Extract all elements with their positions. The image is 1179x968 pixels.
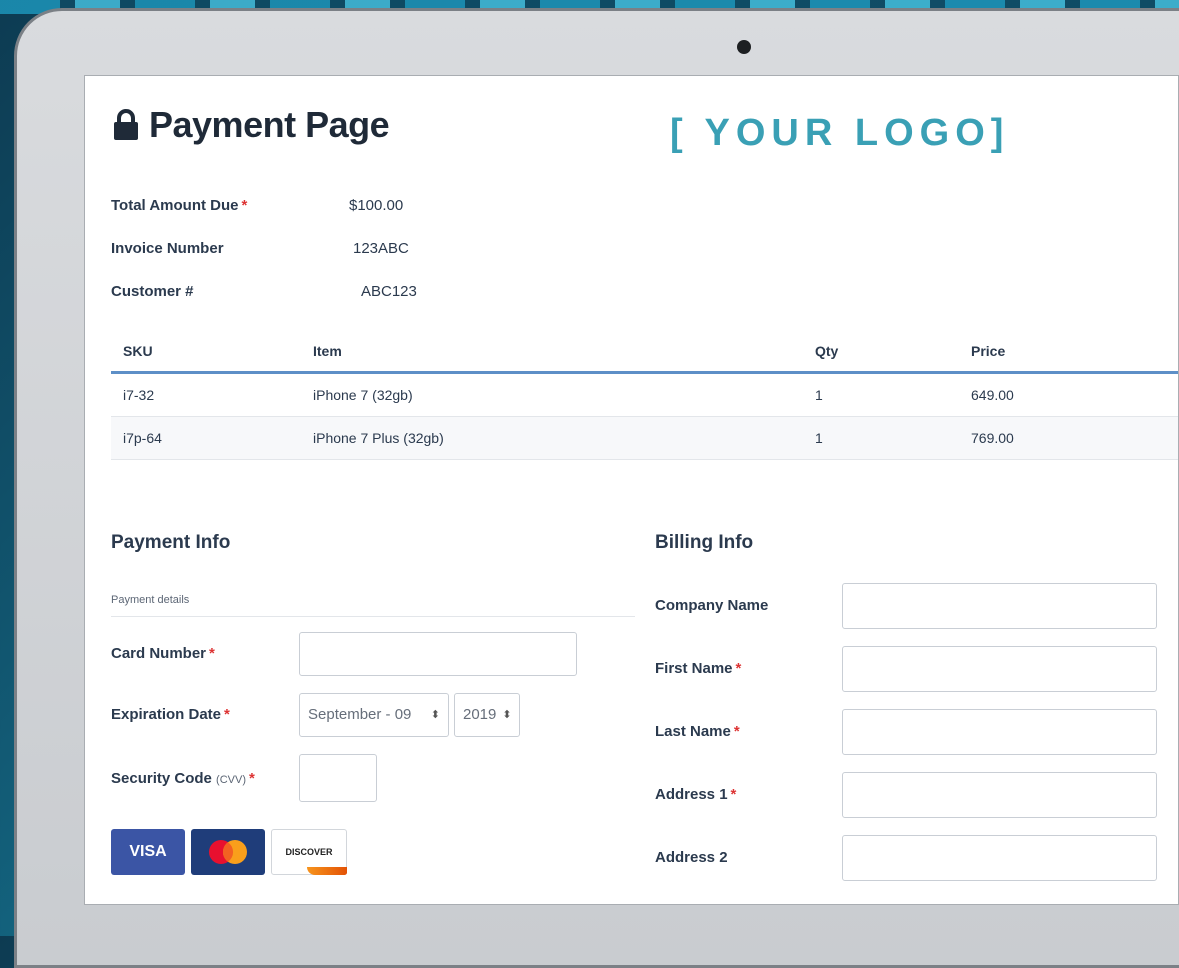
cell-sku: i7-32	[123, 387, 155, 403]
camera-icon	[737, 40, 751, 54]
discover-card-label: DISCOVER	[285, 847, 333, 857]
company-name-input[interactable]	[842, 582, 1157, 629]
required-marker: *	[224, 706, 230, 723]
column-header-item: Item	[313, 343, 342, 359]
required-marker: *	[730, 786, 737, 803]
billing-info-title: Billing Info	[655, 532, 754, 553]
address-2-row: Address 2	[655, 826, 1175, 889]
column-header-qty: Qty	[815, 343, 839, 359]
expiration-year-select[interactable]: 2019 ⬍	[454, 692, 520, 737]
security-code-row: Security Code (CVV) *	[111, 745, 635, 811]
column-header-price: Price	[971, 343, 1006, 359]
page-header: Payment Page	[113, 104, 390, 146]
card-number-input[interactable]	[299, 631, 577, 676]
security-code-label: Security Code (CVV) *	[111, 769, 255, 787]
page-title: Payment Page	[149, 104, 390, 145]
summary-row-customer: Customer # ABC123	[111, 270, 417, 313]
items-table: SKU Item Qty Price i7-32 iPhone 7 (32gb)…	[111, 331, 1178, 460]
address-2-label: Address 2	[655, 849, 728, 866]
customer-number-value: ABC123	[361, 283, 417, 300]
accepted-cards: VISA DISCOVER	[111, 829, 635, 875]
select-arrows-icon: ⬍	[502, 709, 512, 721]
card-number-row: Card Number *	[111, 623, 635, 684]
customer-number-label: Customer #	[111, 283, 194, 300]
first-name-row: First Name *	[655, 637, 1175, 700]
expiration-date-row: Expiration Date * September - 09 ⬍ 2019 ⬍	[111, 684, 635, 745]
billing-info-section: Billing Info Company Name First Name * La…	[655, 532, 1175, 889]
total-amount-value: $100.00	[349, 197, 404, 214]
address-1-row: Address 1 *	[655, 763, 1175, 826]
card-number-label: Card Number *	[111, 645, 215, 662]
discover-card-icon: DISCOVER	[271, 829, 347, 875]
mastercard-circles-icon	[209, 840, 247, 864]
invoice-number-label: Invoice Number	[111, 240, 224, 257]
summary-row-total: Total Amount Due * $100.00	[111, 184, 417, 227]
invoice-summary: Total Amount Due * $100.00 Invoice Number…	[111, 184, 417, 313]
security-code-hint: (CVV)	[216, 773, 246, 786]
first-name-label: First Name *	[655, 660, 742, 677]
cell-price: 769.00	[971, 430, 1014, 446]
cell-price: 649.00	[971, 387, 1014, 403]
payment-details-label: Payment details	[111, 594, 635, 617]
select-arrows-icon: ⬍	[430, 709, 440, 721]
table-row: i7-32 iPhone 7 (32gb) 1 649.00	[111, 374, 1178, 417]
cell-qty: 1	[815, 387, 823, 403]
expiration-year-value: 2019	[463, 706, 497, 723]
laptop-screen: Payment Page [ YOUR LOGO] Total Amount D…	[84, 75, 1179, 905]
mastercard-icon	[191, 829, 265, 875]
address-2-input[interactable]	[842, 834, 1157, 881]
last-name-label: Last Name *	[655, 723, 740, 740]
last-name-row: Last Name *	[655, 700, 1175, 763]
discover-swoosh	[307, 867, 347, 875]
expiration-month-select[interactable]: September - 09 ⬍	[299, 692, 449, 737]
expiration-date-label: Expiration Date *	[111, 706, 230, 723]
required-marker: *	[735, 660, 742, 677]
address-1-label: Address 1 *	[655, 786, 737, 803]
cell-item: iPhone 7 (32gb)	[313, 387, 413, 403]
items-table-header: SKU Item Qty Price	[111, 331, 1178, 374]
visa-card-icon: VISA	[111, 829, 185, 875]
last-name-input[interactable]	[842, 708, 1157, 755]
required-marker: *	[241, 197, 248, 214]
address-1-input[interactable]	[842, 771, 1157, 818]
payment-info-title: Payment Info	[111, 532, 231, 553]
security-code-input[interactable]	[299, 754, 377, 802]
cell-qty: 1	[815, 430, 823, 446]
column-header-sku: SKU	[123, 343, 153, 359]
company-name-label: Company Name	[655, 597, 769, 614]
table-row: i7p-64 iPhone 7 Plus (32gb) 1 769.00	[111, 417, 1178, 460]
cell-item: iPhone 7 Plus (32gb)	[313, 430, 444, 446]
expiration-month-value: September - 09	[308, 706, 412, 723]
first-name-input[interactable]	[842, 645, 1157, 692]
invoice-number-value: 123ABC	[353, 240, 409, 257]
total-amount-label: Total Amount Due *	[111, 197, 248, 214]
cell-sku: i7p-64	[123, 430, 162, 446]
payment-info-section: Payment Info Payment details Card Number…	[111, 532, 635, 875]
required-marker: *	[249, 769, 255, 787]
logo-placeholder: [ YOUR LOGO]	[670, 112, 1010, 154]
summary-row-invoice: Invoice Number 123ABC	[111, 227, 417, 270]
company-name-row: Company Name	[655, 574, 1175, 637]
required-marker: *	[733, 723, 740, 740]
required-marker: *	[209, 645, 215, 662]
lock-icon	[114, 109, 138, 140]
